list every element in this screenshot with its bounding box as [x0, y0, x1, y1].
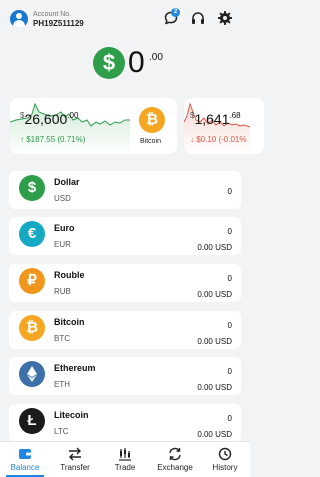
asset-code: RUB: [54, 287, 71, 296]
asset-row-euro[interactable]: € Euro EUR 0 0.00 USD: [9, 217, 241, 255]
asset-usd-value: 0.00 USD: [197, 290, 232, 299]
asset-row-ethereum[interactable]: Ethereum ETH 0 0.00 USD: [9, 357, 241, 395]
asset-usd-value: 0.00 USD: [197, 337, 232, 346]
ticker-change: ↓ $0.10 (-0.01%: [190, 135, 247, 144]
ticker-coin-name: Bitcoin: [140, 138, 162, 145]
asset-name: Ethereum: [54, 363, 96, 373]
asset-usd-value: 0.00 USD: [197, 383, 232, 392]
ticker-card-ethereum[interactable]: $1,641.68 ↓ $0.10 (-0.01%: [184, 98, 264, 154]
nav-trade[interactable]: Trade: [100, 442, 150, 477]
nav-balance[interactable]: Balance: [0, 442, 50, 477]
asset-usd-value: 0.00 USD: [197, 243, 232, 252]
asset-row-litecoin[interactable]: Ł Litecoin LTC 0 0.00 USD: [9, 404, 241, 442]
asset-amount: 0: [227, 187, 232, 196]
bitcoin-icon: ₿: [19, 315, 45, 341]
asset-amount: 0: [227, 367, 232, 376]
asset-amount: 0: [227, 274, 232, 283]
asset-row-bitcoin[interactable]: ₿ Bitcoin BTC 0 0.00 USD: [9, 311, 241, 349]
profile-avatar-icon[interactable]: [10, 10, 28, 28]
litecoin-icon: Ł: [19, 408, 45, 434]
asset-amount: 0: [227, 414, 232, 423]
ticker-change: ↑ $187.55 (0.71%): [20, 135, 86, 144]
ticker-price: $1,641.68: [190, 111, 241, 127]
total-balance: $ 0 .00: [0, 44, 250, 86]
bottom-navigation: Balance Transfer Trade Exchange History: [0, 441, 250, 477]
notification-badge: 2: [171, 8, 180, 17]
gear-icon[interactable]: [217, 10, 233, 26]
asset-usd-value: 0.00 USD: [197, 430, 232, 439]
exchange-icon: [169, 447, 181, 461]
clock-history-icon: [218, 447, 232, 461]
asset-name: Euro: [54, 223, 75, 233]
asset-code: USD: [54, 194, 71, 203]
total-balance-integer: 0: [128, 46, 145, 79]
account-number-label: Account No.: [33, 11, 72, 18]
asset-name: Litecoin: [54, 410, 89, 420]
euro-icon: €: [19, 221, 45, 247]
headset-icon[interactable]: [190, 10, 206, 26]
account-number-value: PH19Z511129: [33, 19, 84, 27]
nav-history[interactable]: History: [200, 442, 250, 477]
transfer-arrows-icon: [69, 447, 81, 461]
nav-label: Exchange: [157, 463, 193, 472]
asset-code: EUR: [54, 240, 71, 249]
nav-label: Balance: [10, 463, 40, 472]
nav-transfer[interactable]: Transfer: [50, 442, 100, 477]
asset-amount: 0: [227, 227, 232, 236]
bitcoin-icon: ₿: [139, 107, 165, 133]
rouble-icon: ₽: [19, 268, 45, 294]
dollar-icon: $: [93, 47, 125, 79]
wallet-icon: [19, 449, 31, 459]
asset-name: Rouble: [54, 270, 85, 280]
nav-label: History: [212, 463, 238, 472]
asset-row-rouble[interactable]: ₽ Rouble RUB 0 0.00 USD: [9, 264, 241, 302]
asset-code: ETH: [54, 380, 70, 389]
asset-amount: 0: [227, 321, 232, 330]
total-balance-decimal: .00: [149, 52, 163, 63]
asset-row-dollar[interactable]: $ Dollar USD 0: [9, 171, 241, 209]
candlestick-chart-icon: [119, 448, 131, 461]
ethereum-icon: [19, 361, 45, 387]
nav-exchange[interactable]: Exchange: [150, 442, 200, 477]
ticker-price: $26,600.00: [20, 111, 79, 127]
nav-label: Transfer: [60, 463, 90, 472]
top-bar: Account No. PH19Z511129 2: [0, 0, 250, 36]
asset-name: Dollar: [54, 177, 80, 187]
asset-name: Bitcoin: [54, 317, 85, 327]
dollar-icon: $: [19, 175, 45, 201]
ticker-card-bitcoin[interactable]: $26,600.00 ↑ $187.55 (0.71%) ₿ Bitcoin: [10, 98, 177, 154]
asset-code: BTC: [54, 334, 70, 343]
asset-code: LTC: [54, 427, 69, 436]
nav-label: Trade: [114, 463, 136, 472]
